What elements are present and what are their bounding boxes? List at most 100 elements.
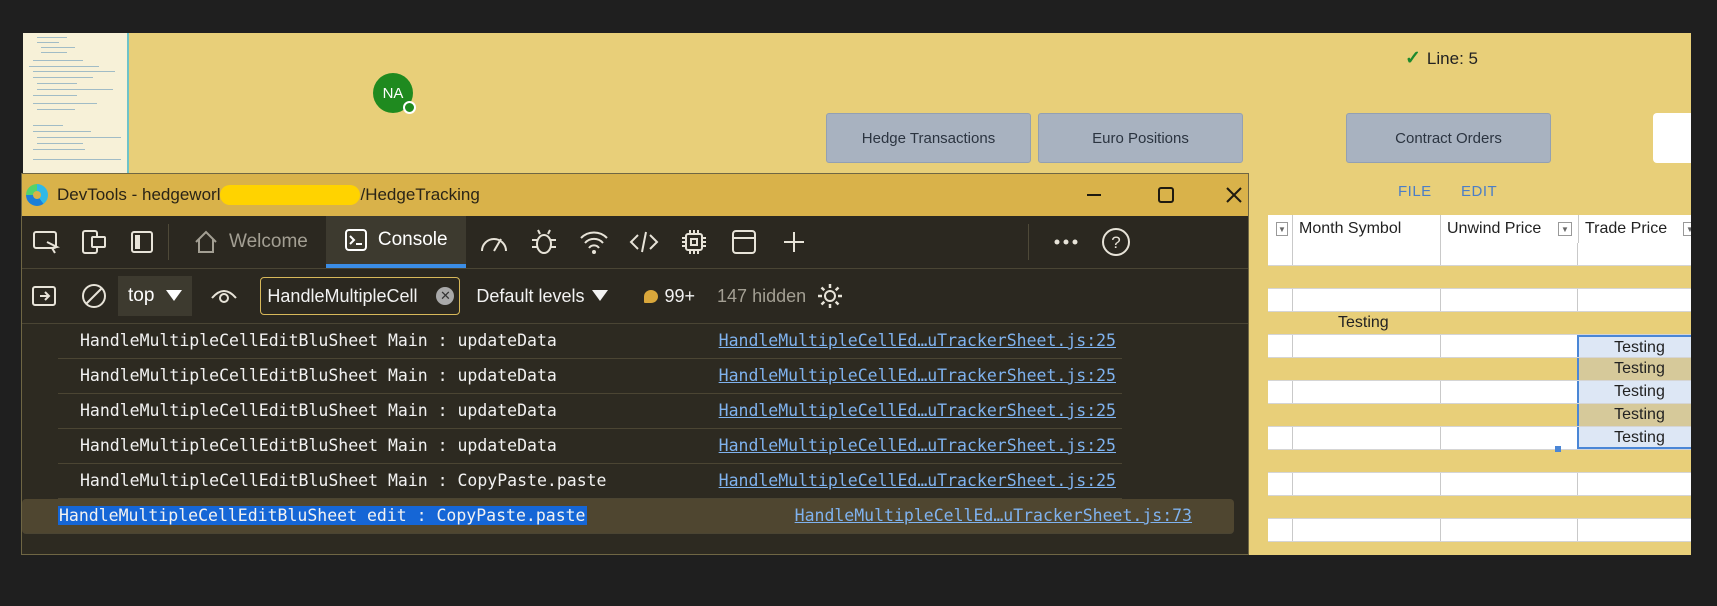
- console-filter-bar: top ✕ Default levels 99+ 147 hidden: [22, 269, 1248, 324]
- minimize-icon: [1087, 194, 1101, 196]
- home-icon: [195, 230, 217, 253]
- maximize-button[interactable]: [1134, 174, 1198, 216]
- performance-tool-button[interactable]: [474, 222, 514, 262]
- table-row[interactable]: [1268, 473, 1691, 496]
- source-link[interactable]: HandleMultipleCellEd…uTrackerSheet.js:25: [719, 401, 1116, 420]
- source-link[interactable]: HandleMultipleCellEd…uTrackerSheet.js:73: [795, 506, 1192, 525]
- more-icon: [1054, 239, 1078, 245]
- application-tool-button[interactable]: [724, 222, 764, 262]
- table-row[interactable]: Testing: [1268, 312, 1691, 335]
- selected-grid-cell[interactable]: Testing: [1577, 427, 1691, 449]
- tab-welcome[interactable]: Welcome: [175, 216, 326, 268]
- show-sidebar-button[interactable]: [24, 276, 64, 316]
- table-row[interactable]: [1268, 519, 1691, 542]
- console-settings-button[interactable]: [810, 276, 850, 316]
- close-button[interactable]: [1202, 174, 1248, 216]
- sidebar-icon: [131, 231, 153, 253]
- clear-console-button[interactable]: [74, 276, 114, 316]
- filter-icon[interactable]: ▼: [1276, 222, 1288, 236]
- sources-tool-button[interactable]: [624, 222, 664, 262]
- live-expression-button[interactable]: [204, 276, 244, 316]
- help-button[interactable]: ?: [1096, 222, 1136, 262]
- table-row[interactable]: [1268, 243, 1691, 266]
- console-filter-input[interactable]: [260, 277, 461, 315]
- bug-icon: [531, 229, 556, 254]
- fill-handle[interactable]: [1555, 446, 1561, 452]
- source-link[interactable]: HandleMultipleCellEd…uTrackerSheet.js:25: [719, 436, 1116, 455]
- euro-positions-button[interactable]: Euro Positions: [1038, 113, 1243, 163]
- console-icon: [344, 229, 367, 251]
- source-link[interactable]: HandleMultipleCellEd…uTrackerSheet.js:25: [719, 331, 1116, 350]
- svg-text:?: ?: [1111, 233, 1120, 252]
- edit-menu[interactable]: EDIT: [1461, 183, 1497, 200]
- tab-console[interactable]: Console: [325, 216, 466, 268]
- table-row[interactable]: Testing: [1268, 358, 1691, 381]
- more-options-button[interactable]: [1046, 222, 1086, 262]
- log-levels-dropdown[interactable]: Default levels: [476, 286, 609, 307]
- grid-header-cell-partial[interactable]: ▼: [1268, 215, 1293, 243]
- selected-grid-cell[interactable]: Testing: [1577, 404, 1691, 426]
- chip-icon: [681, 230, 706, 254]
- console-message[interactable]: HandleMultipleCellEditBluSheet Main : up…: [58, 324, 1122, 359]
- close-icon: [1226, 187, 1242, 203]
- grid-cell-text[interactable]: Testing: [1338, 314, 1389, 332]
- selected-grid-cell[interactable]: Testing: [1577, 335, 1691, 357]
- contract-orders-button[interactable]: Contract Orders: [1346, 113, 1551, 163]
- devtools-titlebar[interactable]: DevTools - hedgeworl/HedgeTracking: [22, 174, 1248, 216]
- selected-grid-cell[interactable]: Testing: [1577, 358, 1691, 380]
- maximize-icon: [1158, 187, 1174, 203]
- table-row[interactable]: [1268, 289, 1691, 312]
- table-row[interactable]: [1268, 496, 1691, 519]
- code-minimap[interactable]: [23, 33, 129, 173]
- user-avatar[interactable]: NA: [373, 73, 416, 114]
- network-tool-button[interactable]: [574, 222, 614, 262]
- source-link[interactable]: HandleMultipleCellEd…uTrackerSheet.js:25: [719, 471, 1116, 490]
- console-message[interactable]: HandleMultipleCellEditBluSheet Main : up…: [58, 429, 1122, 464]
- edge-logo-icon: [26, 184, 48, 206]
- minimize-button[interactable]: [1062, 174, 1126, 216]
- table-row[interactable]: Testing: [1268, 335, 1691, 358]
- table-row[interactable]: [1268, 266, 1691, 289]
- window-icon: [731, 230, 756, 254]
- check-icon: ✓: [1405, 48, 1421, 69]
- gauge-icon: [480, 238, 507, 252]
- context-selector[interactable]: top: [118, 276, 193, 316]
- table-row[interactable]: Testing: [1268, 404, 1691, 427]
- console-message[interactable]: HandleMultipleCellEditBluSheet Main : up…: [58, 359, 1122, 394]
- line-status-text: Line: 5: [1426, 48, 1478, 68]
- table-row[interactable]: Testing: [1268, 381, 1691, 404]
- sidebar-toggle-icon: [32, 286, 56, 306]
- grid-header-unwind-price[interactable]: Unwind Price ▼: [1441, 215, 1579, 243]
- dropdown-arrow-icon: [592, 290, 609, 301]
- devtools-toolbar: Welcome Console ?: [22, 216, 1248, 269]
- console-message-selected[interactable]: HandleMultipleCellEditBluSheet edit : Co…: [22, 499, 1234, 534]
- add-tool-button[interactable]: [774, 222, 814, 262]
- file-menu[interactable]: FILE: [1398, 183, 1432, 200]
- source-link[interactable]: HandleMultipleCellEd…uTrackerSheet.js:25: [719, 366, 1116, 385]
- memory-tool-button[interactable]: [674, 222, 714, 262]
- inspect-element-button[interactable]: [26, 222, 66, 262]
- hedge-transactions-button[interactable]: Hedge Transactions: [826, 113, 1031, 163]
- console-message[interactable]: HandleMultipleCellEditBluSheet Main : Co…: [58, 464, 1122, 499]
- filter-icon[interactable]: ▼: [1558, 222, 1572, 236]
- table-row[interactable]: [1268, 450, 1691, 473]
- debugger-tool-button[interactable]: [524, 222, 564, 262]
- dock-side-button[interactable]: [122, 222, 162, 262]
- devtools-window: DevTools - hedgeworl/HedgeTracking Welco…: [21, 173, 1249, 555]
- offscreen-button[interactable]: [1653, 113, 1691, 163]
- wifi-icon: [579, 231, 608, 254]
- device-emulation-button[interactable]: [74, 222, 114, 262]
- table-row[interactable]: [1268, 542, 1691, 555]
- redaction-mark: [220, 185, 361, 206]
- toolbar-separator: [168, 224, 169, 260]
- table-row[interactable]: Testing: [1268, 427, 1691, 450]
- message-count-badge[interactable]: 99+: [644, 286, 695, 307]
- console-message[interactable]: HandleMultipleCellEditBluSheet Main : up…: [58, 394, 1122, 429]
- selected-grid-cell[interactable]: Testing: [1577, 381, 1691, 403]
- grid-header-month-symbol[interactable]: Month Symbol: [1293, 215, 1441, 243]
- grid-header-trade-price[interactable]: Trade Price ▼: [1579, 215, 1691, 243]
- gear-icon: [818, 284, 843, 308]
- device-icon: [82, 230, 106, 254]
- toolbar-separator: [1028, 224, 1029, 260]
- filter-icon[interactable]: ▼: [1683, 222, 1691, 236]
